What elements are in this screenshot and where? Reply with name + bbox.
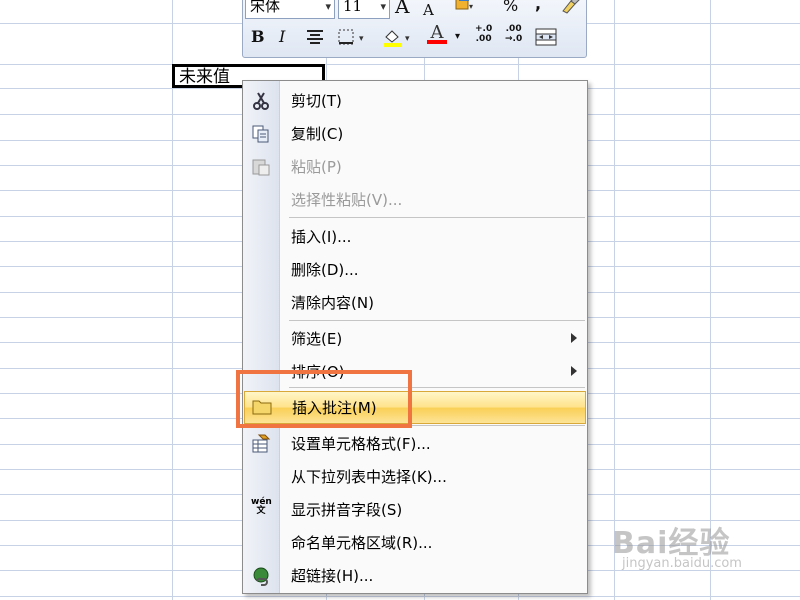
menu-item-format-cells[interactable]: 设置单元格格式(F)... [243, 427, 587, 460]
menu-item-label: 剪切(T) [291, 92, 342, 110]
menu-item-label: 超链接(H)... [291, 567, 374, 585]
comment-icon [252, 398, 272, 418]
menu-item-delete[interactable]: 删除(D)... [243, 253, 587, 286]
menu-item-label: 筛选(E) [291, 330, 343, 348]
shrink-font-icon[interactable]: A [423, 1, 434, 19]
format-cells-icon [251, 434, 271, 454]
menu-separator [289, 320, 585, 321]
menu-item-paste[interactable]: 粘贴(P) [243, 150, 587, 183]
submenu-arrow-icon [571, 333, 577, 343]
menu-item-label: 插入批注(M) [292, 399, 377, 417]
chevron-down-icon[interactable]: ▾ [455, 28, 460, 46]
font-name-value: 宋体 [250, 0, 281, 15]
menu-item-sort[interactable]: 排序(O) [243, 355, 587, 388]
menu-item-label: 删除(D)... [291, 261, 359, 279]
row-divider [0, 596, 800, 597]
submenu-arrow-icon [571, 366, 577, 376]
menu-item-paste-special[interactable]: 选择性粘贴(V)... [243, 183, 587, 216]
menu-item-hyperlink[interactable]: 超链接(H)... [243, 559, 587, 592]
menu-item-label: 选择性粘贴(V)... [291, 191, 403, 209]
menu-item-label: 从下拉列表中选择(K)... [291, 468, 447, 486]
paste-icon [251, 157, 271, 177]
increase-decimal-button[interactable]: +.0 .00 [475, 24, 492, 44]
watermark-url: jingyan.baidu.com [622, 556, 742, 571]
menu-item-copy[interactable]: 复制(C) [243, 117, 587, 150]
menu-item-cut[interactable]: 剪切(T) [243, 84, 587, 117]
menu-item-filter[interactable]: 筛选(E) [243, 322, 587, 355]
borders-icon[interactable]: ▾ [337, 28, 371, 50]
menu-item-pick-from-list[interactable]: 从下拉列表中选择(K)... [243, 460, 587, 493]
column-divider [172, 0, 173, 600]
menu-separator [289, 387, 585, 388]
grow-font-icon[interactable]: A [395, 0, 409, 16]
menu-item-clear-contents[interactable]: 清除内容(N) [243, 286, 587, 319]
menu-separator [289, 217, 585, 218]
menu-item-label: 粘贴(P) [291, 158, 342, 176]
chevron-down-icon: ▾ [380, 0, 386, 13]
menu-item-label: 清除内容(N) [291, 294, 374, 312]
menu-item-label: 排序(O) [291, 363, 345, 381]
column-divider [710, 0, 711, 600]
font-color-label: A [430, 22, 444, 43]
chevron-down-icon: ▾ [325, 0, 331, 13]
menu-item-insert[interactable]: 插入(I)... [243, 220, 587, 253]
menu-item-show-phonetic[interactable]: wén 文 显示拼音字段(S) [243, 493, 587, 526]
font-size-value: 11 [343, 0, 363, 15]
copy-icon [251, 124, 271, 144]
bold-button[interactable]: B [251, 28, 265, 46]
menu-separator [289, 425, 585, 426]
fill-color-icon[interactable]: ▾ [381, 28, 417, 52]
font-color-icon[interactable]: A [427, 24, 447, 44]
decrease-decimal-button[interactable]: .00 →.0 [505, 24, 522, 44]
merge-center-icon[interactable] [535, 28, 557, 50]
paintbrush-icon[interactable] [559, 0, 581, 19]
row-divider [0, 64, 800, 65]
italic-button[interactable]: I [279, 28, 285, 46]
percent-style-button[interactable]: % [503, 0, 518, 15]
font-size-select[interactable]: 11 ▾ [338, 0, 390, 19]
column-divider [614, 0, 615, 600]
menu-item-insert-comment[interactable]: 插入批注(M) [244, 391, 586, 424]
svg-text:▾: ▾ [359, 34, 364, 44]
cell-value: 未来值 [179, 67, 230, 87]
phonetic-icon: wén 文 [251, 497, 272, 516]
svg-text:▾: ▾ [405, 34, 410, 44]
context-menu: 剪切(T) 复制(C) 粘贴(P) 选择性粘贴(V)... 插入(I)... 删… [242, 80, 588, 594]
hyperlink-icon [251, 566, 271, 586]
menu-item-label: 复制(C) [291, 125, 344, 143]
format-painter-icon[interactable]: ▾ [451, 0, 479, 19]
menu-item-label: 命名单元格区域(R)... [291, 534, 433, 552]
menu-item-label: 插入(I)... [291, 228, 352, 246]
menu-item-label: 设置单元格格式(F)... [291, 435, 431, 453]
font-name-select[interactable]: 宋体 ▾ [245, 0, 335, 19]
align-center-icon[interactable] [305, 28, 325, 50]
comma-style-button[interactable]: , [535, 0, 541, 13]
scissors-icon [251, 91, 271, 111]
svg-text:▾: ▾ [469, 2, 473, 11]
menu-item-label: 显示拼音字段(S) [291, 501, 403, 519]
mini-toolbar: 宋体 ▾ 11 ▾ A A ▾ % , B I ▾ ▾ A ▾ +.0 .00 … [242, 0, 587, 58]
watermark: Bai经验 jingyan.baidu.com [612, 518, 742, 571]
menu-item-name-range[interactable]: 命名单元格区域(R)... [243, 526, 587, 559]
